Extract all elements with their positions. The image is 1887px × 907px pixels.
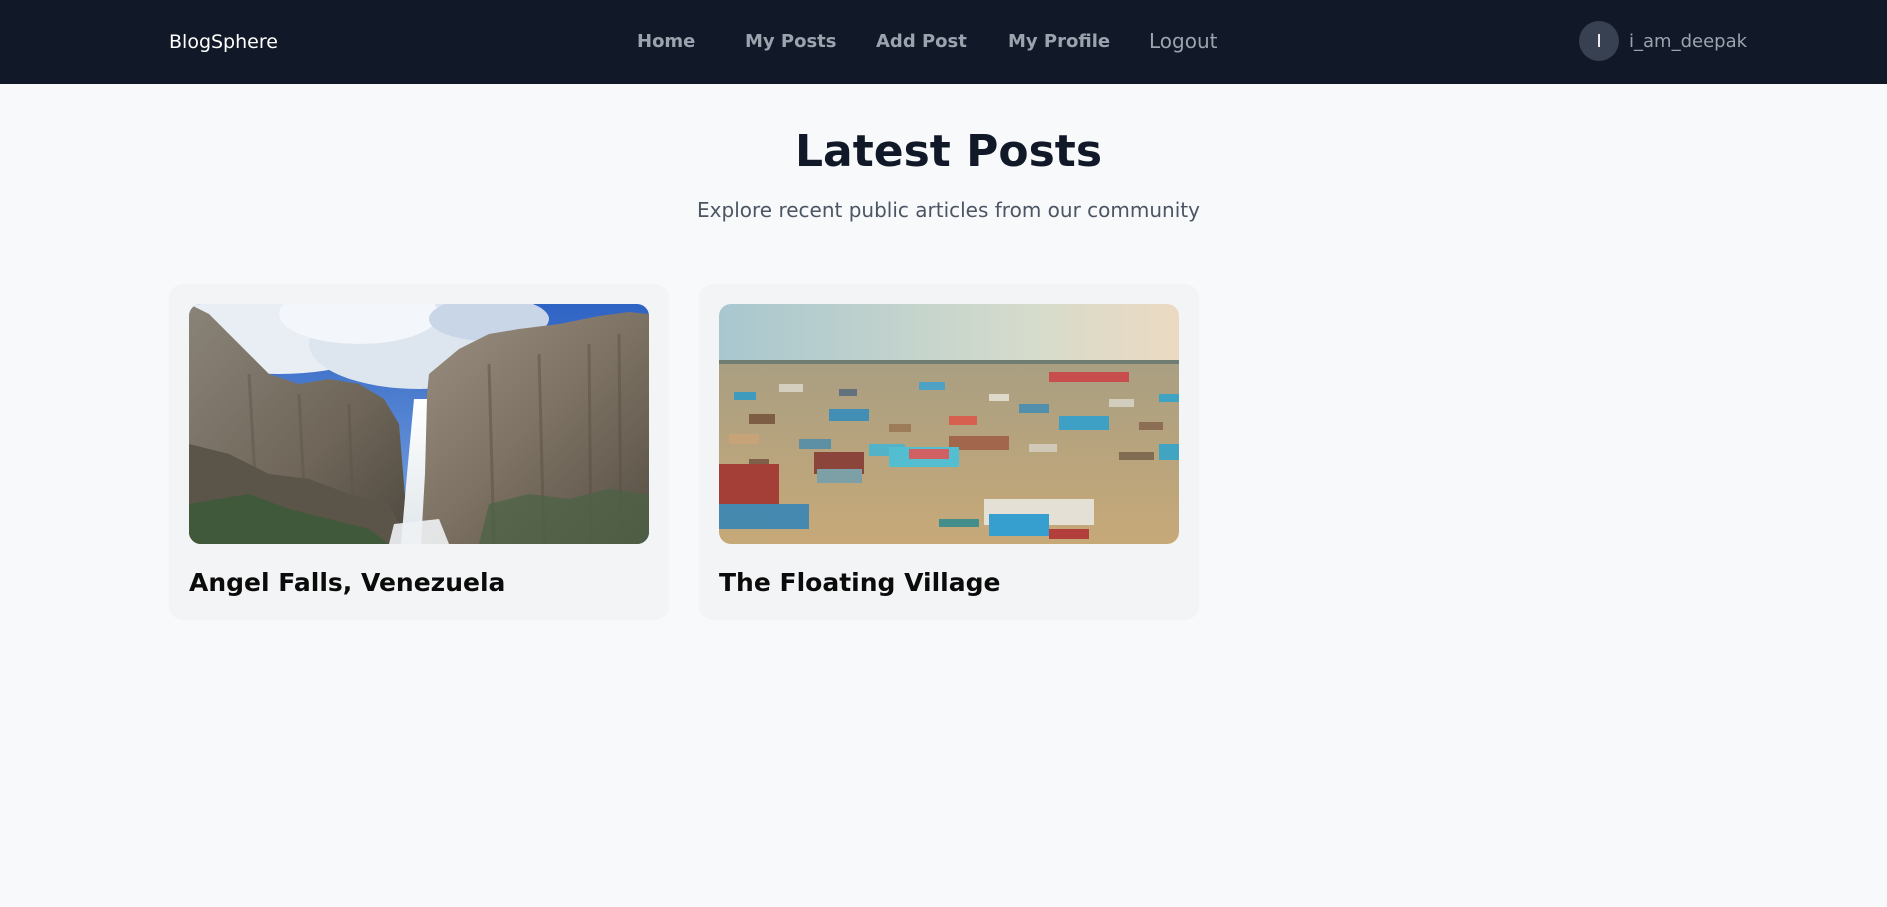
- post-title[interactable]: Angel Falls, Venezuela: [189, 567, 649, 599]
- page-subtitle: Explore recent public articles from our …: [697, 198, 1200, 222]
- username-label: i_am_deepak: [1629, 30, 1748, 52]
- post-image-floating-village[interactable]: [719, 304, 1179, 544]
- post-card-angel-falls[interactable]: Angel Falls, Venezuela: [169, 284, 669, 620]
- floating-village-boats-photo: [719, 304, 1179, 544]
- post-title[interactable]: The Floating Village: [719, 567, 1179, 599]
- nav-add-post-link[interactable]: Add Post: [876, 30, 967, 54]
- nav-home-link[interactable]: Home: [637, 30, 695, 54]
- nav-logout-link[interactable]: Logout: [1149, 29, 1217, 53]
- user-menu[interactable]: I i_am_deepak: [1579, 21, 1747, 61]
- nav-my-posts-link[interactable]: My Posts: [745, 30, 837, 54]
- post-image-waterfall[interactable]: [189, 304, 649, 544]
- brand-logo[interactable]: BlogSphere: [169, 30, 278, 54]
- waterfall-cliffs-photo: [189, 304, 649, 544]
- top-navbar: BlogSphere Home My Posts Add Post My Pro…: [0, 0, 1887, 84]
- nav-my-profile-link[interactable]: My Profile: [1008, 30, 1110, 54]
- post-card-floating-village[interactable]: The Floating Village: [699, 284, 1199, 620]
- avatar: I: [1579, 21, 1619, 61]
- page-title: Latest Posts: [794, 126, 1103, 177]
